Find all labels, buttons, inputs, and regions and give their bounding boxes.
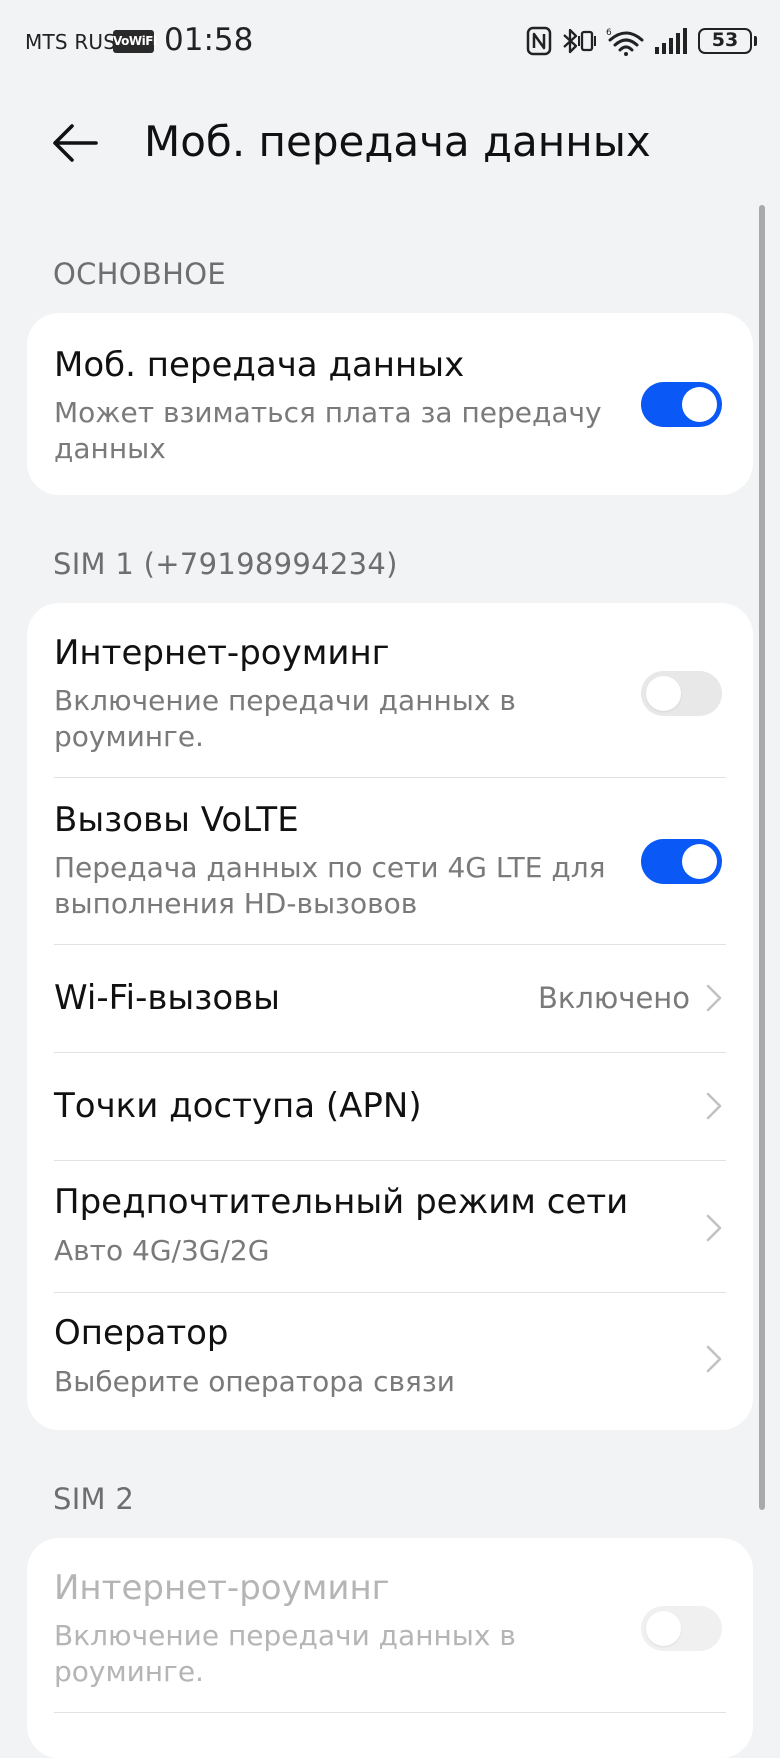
section-label-sim1: SIM 1 (+79198994234) (53, 547, 398, 581)
battery-icon: 53 (698, 28, 758, 54)
row-subtitle: Включение передачи данных в роуминге. (54, 684, 516, 753)
arrow-left-icon (50, 124, 100, 170)
row-operator[interactable]: Оператор Выберите оператора связи (27, 1293, 753, 1430)
section-label-sim2: SIM 2 (53, 1482, 135, 1516)
card-main: Моб. передача данных Может взиматься пла… (27, 313, 753, 495)
chevron-right-icon (705, 1091, 723, 1121)
toggle-knob (646, 1611, 681, 1646)
row-apn[interactable]: Точки доступа (APN) (27, 1053, 753, 1161)
scrollbar[interactable] (759, 205, 765, 1510)
row-title: Вызовы VoLTE (54, 800, 299, 840)
row-sim2-internet-roaming: Интернет-роуминг Включение передачи данн… (27, 1538, 753, 1713)
toggle-knob (682, 844, 717, 879)
sim2-roaming-toggle (641, 1606, 722, 1651)
row-title: Моб. передача данных (54, 345, 465, 385)
row-title: Интернет-роуминг (54, 1568, 390, 1608)
row-title: Оператор (54, 1313, 229, 1353)
nfc-icon (526, 26, 552, 56)
chevron-right-icon (705, 983, 723, 1013)
row-internet-roaming[interactable]: Интернет-роуминг Включение передачи данн… (27, 603, 753, 778)
status-time: 01:58 (164, 22, 254, 58)
battery-level: 53 (698, 28, 757, 54)
row-volte[interactable]: Вызовы VoLTE Передача данных по сети 4G … (27, 778, 753, 945)
row-subtitle: Авто 4G/3G/2G (54, 1234, 270, 1267)
row-title: Интернет-роуминг (54, 633, 390, 673)
status-bar: MTS RUS VoWiFi 01:58 6 53 (0, 0, 780, 84)
app-header: Моб. передача данных (0, 100, 780, 190)
divider (54, 1712, 726, 1713)
status-icons: 6 53 (526, 24, 758, 58)
toggle-knob (682, 387, 717, 422)
carrier-name: MTS RUS (25, 30, 117, 54)
toggle-knob (646, 676, 681, 711)
section-label-main: ОСНОВНОЕ (53, 257, 226, 291)
back-button[interactable] (50, 120, 110, 170)
row-title: Wi-Fi-вызовы (54, 978, 281, 1018)
row-subtitle: Передача данных по сети 4G LTE для выпол… (54, 851, 606, 920)
chevron-right-icon (705, 1344, 723, 1374)
card-sim2: Интернет-роуминг Включение передачи данн… (27, 1538, 753, 1758)
row-subtitle: Включение передачи данных в роуминге. (54, 1619, 516, 1688)
row-mobile-data[interactable]: Моб. передача данных Может взиматься пла… (27, 313, 753, 495)
bluetooth-vibrate-icon (560, 26, 598, 56)
row-subtitle: Может взиматься плата за передачу данных (54, 396, 602, 465)
wifi-calls-status: Включено (537, 981, 690, 1015)
roaming-toggle[interactable] (641, 671, 722, 716)
volte-toggle[interactable] (641, 839, 722, 884)
wifi-6-icon: 6 (606, 26, 646, 56)
row-wifi-calls[interactable]: Wi-Fi-вызовы Включено (27, 945, 753, 1053)
svg-text:6: 6 (606, 28, 612, 38)
chevron-right-icon (705, 1213, 723, 1243)
signal-icon (654, 27, 690, 55)
card-sim1: Интернет-роуминг Включение передачи данн… (27, 603, 753, 1430)
row-subtitle: Выберите оператора связи (54, 1365, 455, 1398)
mobile-data-toggle[interactable] (641, 382, 722, 427)
row-title: Точки доступа (APN) (54, 1086, 422, 1126)
row-network-mode[interactable]: Предпочтительный режим сети Авто 4G/3G/2… (27, 1161, 753, 1293)
row-title: Предпочтительный режим сети (54, 1182, 629, 1222)
vowifi-badge: VoWiFi (113, 30, 157, 53)
page-title: Моб. передача данных (144, 117, 651, 166)
